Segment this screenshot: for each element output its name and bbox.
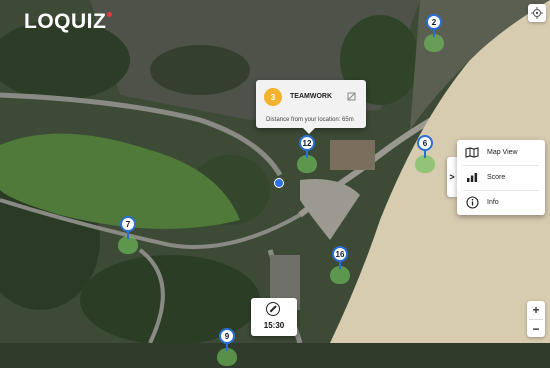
task-popup[interactable]: 3 TEAMWORK Distance from your location: … xyxy=(256,80,366,134)
map-pin[interactable]: 7 xyxy=(117,216,139,256)
locate-button[interactable] xyxy=(528,4,546,22)
menu-item-info[interactable]: Info xyxy=(457,190,545,215)
timer-value: 15:30 xyxy=(263,321,285,330)
task-badge-number: 3 xyxy=(270,92,276,102)
pin-number: 6 xyxy=(417,135,433,151)
menu-item-label: Score xyxy=(487,174,506,181)
map-pin[interactable]: 16 xyxy=(329,246,351,286)
zoom-controls: + − xyxy=(527,301,545,337)
bar-chart-icon xyxy=(465,171,479,185)
menu-item-label: Info xyxy=(487,199,499,206)
clock-icon xyxy=(266,302,280,316)
pin-number: 12 xyxy=(299,135,315,151)
chevron-right-icon: > xyxy=(449,172,455,182)
zoom-out-button[interactable]: − xyxy=(527,320,545,338)
game-timer: 15:30 xyxy=(251,298,297,336)
map-icon xyxy=(465,146,479,160)
app-logo: LOQUIZ xyxy=(24,10,113,34)
map-pin[interactable]: 12 xyxy=(296,135,318,175)
pin-number: 2 xyxy=(426,14,442,30)
side-menu: Map View Score Info xyxy=(457,140,545,215)
pin-stem xyxy=(226,343,228,351)
pin-stem xyxy=(433,29,435,37)
info-icon xyxy=(465,196,479,210)
map-pin[interactable]: 2 xyxy=(423,14,445,54)
menu-item-map-view[interactable]: Map View xyxy=(457,140,545,165)
task-badge: 3 xyxy=(264,88,282,106)
menu-item-label: Map View xyxy=(487,149,518,156)
pin-stem xyxy=(306,150,308,158)
task-category-icon xyxy=(347,92,356,101)
crosshair-icon xyxy=(531,7,543,19)
task-title: TEAMWORK xyxy=(290,93,332,100)
menu-collapse-toggle[interactable]: > xyxy=(447,157,457,197)
logo-text: LOQUIZ xyxy=(24,10,107,33)
pin-number: 9 xyxy=(219,328,235,344)
pin-stem xyxy=(424,150,426,158)
menu-item-score[interactable]: Score xyxy=(457,165,545,190)
task-distance: Distance from your location: 65m xyxy=(266,117,354,123)
map-pin[interactable]: 9 xyxy=(216,328,238,368)
pin-number: 16 xyxy=(332,246,348,262)
user-location-marker xyxy=(274,178,284,188)
pin-stem xyxy=(127,231,129,239)
map-pin[interactable]: 6 xyxy=(414,135,436,175)
zoom-in-button[interactable]: + xyxy=(527,301,545,319)
pin-stem xyxy=(339,261,341,269)
pin-number: 7 xyxy=(120,216,136,232)
